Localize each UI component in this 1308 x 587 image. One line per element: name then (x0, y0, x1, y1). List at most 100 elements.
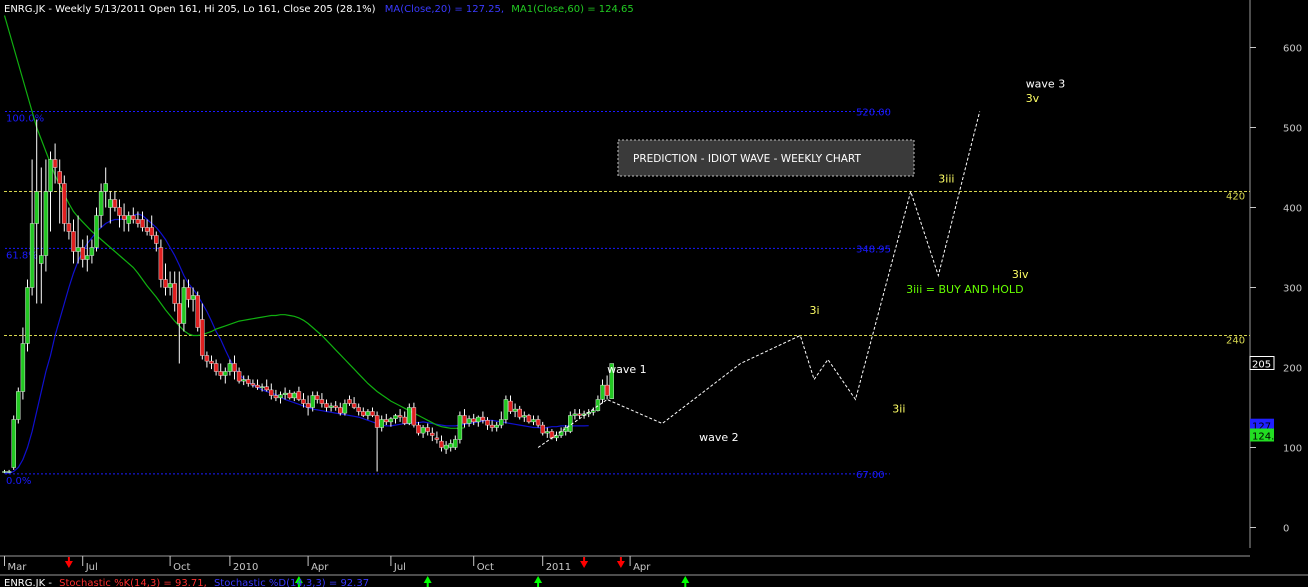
fib-label-left: 100.0% (6, 114, 44, 125)
candle-body-down (200, 319, 205, 356)
candle-body-down (232, 363, 237, 372)
candle-body-up (393, 415, 398, 419)
candle-body-up (595, 399, 601, 411)
y-tick-label: 200 (1283, 364, 1302, 375)
wave-label: wave 3 (1026, 78, 1066, 91)
candle (457, 411, 463, 444)
candle-body-up (310, 395, 315, 408)
candle-body-down (540, 424, 545, 434)
x-tick-label: 2011 (546, 562, 571, 573)
candle-body-up (29, 223, 35, 288)
candle-body-up (25, 287, 30, 344)
candle-body-down (57, 171, 62, 184)
candle-body-down (213, 363, 219, 372)
y-tick-label: 500 (1283, 124, 1302, 135)
candle-body-up (75, 247, 81, 252)
candle-body-down (177, 303, 182, 324)
candle-body-up (16, 391, 21, 420)
candle-body-down (264, 386, 269, 391)
price-marker-label: 124.65 (1252, 432, 1287, 443)
ma20-readout: MA(Close,20) = 127.25, (385, 4, 504, 15)
candle-body-up (342, 403, 348, 414)
candle-body-up (572, 413, 578, 416)
candle-body-down (374, 415, 380, 428)
candle-body-down (489, 424, 495, 428)
candle-body-down (144, 227, 150, 232)
indicator-symbol: ENRG.JK - (4, 578, 52, 587)
candle-body-down (66, 223, 72, 232)
candle-body-up (94, 215, 99, 248)
candle-body-down (324, 403, 329, 408)
candle-body-down (356, 407, 361, 412)
candle (62, 175, 67, 232)
candle-body-up (522, 415, 527, 418)
candle-body-up (407, 407, 412, 424)
candle-body-up (223, 371, 228, 376)
candle-body-up (6, 471, 12, 473)
candle-body-down (218, 371, 223, 376)
chart-header: ENRG.JK - Weekly 5/13/2011 Open 161, Hi … (4, 4, 634, 15)
candle-body-down (255, 384, 260, 388)
candle-body-down (485, 420, 490, 426)
candle-body-down (411, 407, 417, 426)
candle-body-up (20, 343, 26, 392)
candle-body-down (517, 408, 522, 418)
wave-label: 3ii (892, 402, 905, 415)
x-tick-label: Apr (633, 562, 651, 573)
wave-label: 3iii (938, 173, 954, 186)
candle-body-down (52, 159, 58, 168)
candle-body-up (167, 283, 173, 288)
candle-body-down (131, 215, 136, 220)
candle-body-down (236, 371, 242, 382)
candle-body-down (361, 411, 366, 416)
candle-body-up (365, 411, 371, 416)
candle (195, 291, 200, 332)
candle-body-down (535, 419, 541, 426)
candle-body-up (457, 415, 463, 440)
candle-body-down (301, 399, 306, 404)
candle-body-up (328, 405, 334, 408)
candle-body-up (545, 431, 550, 434)
candle-body-down (163, 279, 168, 288)
candle-body-up (259, 386, 265, 388)
fib-label-left: 0.0% (6, 476, 31, 487)
candle (526, 413, 532, 424)
y-tick-label: 400 (1283, 204, 1302, 215)
candle-body-up (388, 418, 394, 423)
candle-body-up (379, 419, 384, 428)
candle-body-up (591, 410, 596, 413)
candle-body-down (154, 235, 159, 244)
candle-body-down (71, 231, 76, 252)
candle-body-up (420, 427, 426, 434)
y-tick-label: 0 (1283, 524, 1289, 535)
candle-body-up (34, 191, 39, 224)
candle-body-up (11, 419, 16, 468)
candle-body-up (282, 392, 288, 395)
candle-body-down (209, 360, 214, 364)
candle-body-up (494, 424, 499, 428)
candle-body-down (149, 227, 154, 236)
candle-body-up (466, 418, 472, 424)
candle-body-down (186, 287, 191, 300)
x-tick-label: Jul (85, 562, 98, 573)
candle-body-down (333, 405, 338, 408)
candle-body-down (273, 395, 279, 399)
y-tick-label: 600 (1283, 44, 1302, 55)
candle-body-up (476, 416, 481, 423)
candle-body-down (296, 391, 302, 400)
wave-label: 3i (810, 304, 820, 317)
candle-body-down (508, 400, 513, 412)
candle-body-up (85, 255, 90, 260)
y-tick-label: 100 (1283, 444, 1302, 455)
candle-body-down (158, 247, 164, 280)
candle-body-down (416, 424, 421, 434)
candle-body-up (98, 191, 104, 216)
fib-label-right: 67.00 (856, 470, 885, 481)
prediction-box: PREDICTION - IDIOT WAVE - WEEKLY CHART (617, 139, 915, 177)
candle-body-down (246, 379, 251, 384)
candle-body-down (117, 207, 122, 216)
candle-body-down (577, 413, 582, 416)
candle-body-up (292, 392, 297, 399)
x-tick-label: Mar (8, 562, 28, 573)
candle-body-down (135, 219, 141, 224)
